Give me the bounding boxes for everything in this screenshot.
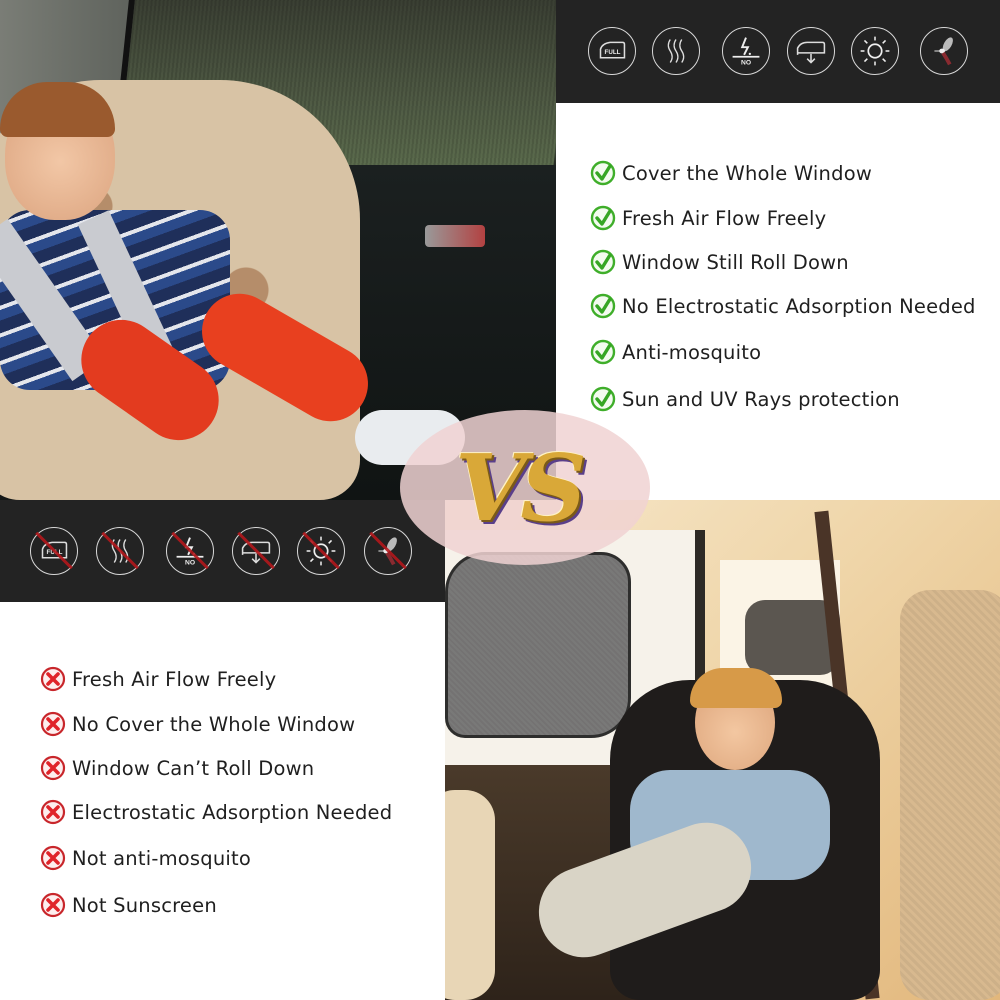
pro-text: Cover the Whole Window (622, 161, 872, 185)
con-item: No Cover the Whole Window (40, 711, 355, 737)
pro-item: Fresh Air Flow Freely (590, 205, 826, 231)
air-flow-crossed-icon (96, 527, 144, 575)
no-label: NO (185, 559, 195, 566)
con-item: Window Can’t Roll Down (40, 755, 314, 781)
feature-icons-band-positive: FULL NO (556, 0, 1000, 103)
vs-badge: VS (455, 434, 587, 542)
pro-item: Sun and UV Rays protection (590, 386, 900, 412)
front-seat (900, 590, 1000, 1000)
window-roll-down-icon (787, 27, 835, 75)
no-static-icon: NO (722, 27, 770, 75)
con-item: Electrostatic Adsorption Needed (40, 799, 392, 825)
no-label: NO (741, 59, 751, 66)
cross-icon (40, 845, 66, 871)
mosquito-icon (920, 27, 968, 75)
con-item: Fresh Air Flow Freely (40, 666, 276, 692)
door-handle (425, 225, 485, 247)
mosquito-crossed-icon (364, 527, 412, 575)
pro-item: Cover the Whole Window (590, 160, 872, 186)
no-static-crossed-icon: NO (166, 527, 214, 575)
product-photo-sleeping-child (445, 500, 1000, 1000)
cross-icon (40, 711, 66, 737)
cons-panel: Fresh Air Flow Freely No Cover the Whole… (0, 602, 445, 1000)
pro-item: Window Still Roll Down (590, 249, 849, 275)
check-icon (590, 386, 616, 412)
window-roll-down-crossed-icon (232, 527, 280, 575)
pro-text: Fresh Air Flow Freely (622, 206, 827, 230)
con-text: Fresh Air Flow Freely (72, 667, 277, 691)
full-label: FULL (605, 49, 621, 56)
front-seat-edge (445, 790, 495, 1000)
pro-text: Anti-mosquito (622, 340, 762, 364)
check-icon (590, 205, 616, 231)
static-cling-sunshade (445, 552, 631, 738)
air-flow-icon (652, 27, 700, 75)
pro-item: Anti-mosquito (590, 339, 761, 365)
sun-crossed-icon (297, 527, 345, 575)
cross-icon (40, 666, 66, 692)
check-icon (590, 339, 616, 365)
pro-item: No Electrostatic Adsorption Needed (590, 293, 976, 319)
pro-text: Sun and UV Rays protection (622, 387, 900, 411)
con-text: Not anti-mosquito (72, 846, 251, 870)
check-icon (590, 160, 616, 186)
child-hair (690, 668, 782, 708)
full-window-crossed-icon: FULL (30, 527, 78, 575)
check-icon (590, 249, 616, 275)
con-text: No Cover the Whole Window (72, 712, 356, 736)
feature-icons-band-negative: FULL NO (0, 500, 445, 602)
pro-text: No Electrostatic Adsorption Needed (622, 294, 976, 318)
sun-icon (851, 27, 899, 75)
cross-icon (40, 892, 66, 918)
pro-text: Window Still Roll Down (622, 250, 849, 274)
con-text: Window Can’t Roll Down (72, 756, 315, 780)
cross-icon (40, 799, 66, 825)
con-item: Not anti-mosquito (40, 845, 251, 871)
con-text: Not Sunscreen (72, 893, 217, 917)
con-text: Electrostatic Adsorption Needed (72, 800, 393, 824)
full-window-icon: FULL (588, 27, 636, 75)
cross-icon (40, 755, 66, 781)
check-icon (590, 293, 616, 319)
con-item: Not Sunscreen (40, 892, 217, 918)
